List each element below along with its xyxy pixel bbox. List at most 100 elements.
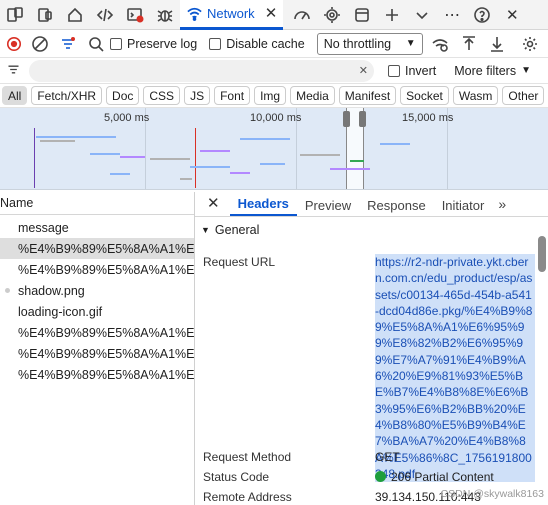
request-list: Name message %E4%B9%89%E5%8A%A1%E6... %E4%… bbox=[0, 192, 195, 505]
time-label: 10,000 ms bbox=[250, 112, 302, 124]
stop-recording-icon[interactable] bbox=[2, 29, 26, 59]
request-bar bbox=[230, 172, 250, 174]
clear-filter-icon[interactable]: ✕ bbox=[359, 64, 368, 77]
throttling-select[interactable]: No throttling ▼ bbox=[316, 32, 423, 55]
request-row[interactable]: %E4%B9%89%E5%8A%A1%E6... bbox=[0, 259, 194, 280]
resource-type-filter: All Fetch/XHR Doc CSS JS Font Img Media … bbox=[0, 84, 548, 108]
clear-icon[interactable] bbox=[26, 29, 54, 59]
help-icon[interactable] bbox=[467, 0, 497, 30]
network-conditions-icon[interactable] bbox=[425, 29, 455, 59]
network-main-panel: Name message %E4%B9%89%E5%8A%A1%E6... %E4%… bbox=[0, 192, 548, 505]
tab-elements-code-icon[interactable] bbox=[90, 0, 120, 30]
request-row[interactable]: shadow.png bbox=[0, 280, 194, 301]
time-label: 15,000 ms bbox=[402, 112, 454, 124]
request-bar bbox=[120, 156, 145, 158]
type-all[interactable]: All bbox=[2, 86, 28, 105]
filter-funnel-icon[interactable] bbox=[54, 29, 82, 59]
type-doc[interactable]: Doc bbox=[106, 86, 140, 105]
type-other[interactable]: Other bbox=[502, 86, 545, 105]
name-column-header[interactable]: Name bbox=[0, 192, 194, 215]
disable-cache-label: Disable cache bbox=[226, 36, 305, 51]
wifi-icon bbox=[187, 7, 202, 21]
search-icon[interactable] bbox=[82, 29, 110, 59]
more-filters-label: More filters bbox=[454, 63, 517, 78]
request-name: %E4%B9%89%E5%8A%A1%E6... bbox=[18, 367, 194, 382]
time-label: 5,000 ms bbox=[104, 112, 150, 124]
general-section-header[interactable]: ▼ General bbox=[195, 217, 548, 243]
settings-gear-icon[interactable] bbox=[512, 29, 548, 59]
invert-checkbox[interactable]: Invert bbox=[388, 64, 436, 78]
export-har-download-icon[interactable] bbox=[483, 29, 511, 59]
more-filters-button[interactable]: More filters ▼ bbox=[454, 64, 531, 78]
close-devtools-icon[interactable]: ✕ bbox=[497, 0, 527, 30]
general-title: General bbox=[214, 223, 260, 237]
status-ok-icon bbox=[375, 471, 386, 482]
add-tab-plus-icon[interactable] bbox=[377, 0, 407, 30]
disable-cache-box[interactable] bbox=[209, 37, 222, 50]
tab-welcome-home-icon[interactable] bbox=[60, 0, 90, 30]
disable-cache-checkbox[interactable]: Disable cache bbox=[209, 37, 305, 51]
tab-response[interactable]: Response bbox=[359, 198, 434, 216]
type-socket[interactable]: Socket bbox=[400, 86, 449, 105]
request-row[interactable]: loading-icon.gif bbox=[0, 301, 194, 322]
tab-console-icon[interactable] bbox=[120, 0, 150, 30]
filter-input[interactable]: ✕ bbox=[29, 59, 374, 82]
request-bar bbox=[90, 153, 120, 155]
tab-performance-gauge-icon[interactable] bbox=[287, 0, 317, 30]
more-options-icon[interactable]: ⋯ bbox=[437, 0, 467, 30]
request-details: ✕ Headers Preview Response Initiator » ▼… bbox=[195, 192, 548, 505]
request-bar bbox=[180, 178, 192, 180]
device-toolbar-icon[interactable] bbox=[0, 0, 30, 30]
request-bar bbox=[300, 154, 340, 156]
type-media[interactable]: Media bbox=[290, 86, 335, 105]
close-tab-icon[interactable]: ✕ bbox=[265, 4, 278, 22]
request-row[interactable]: %E4%B9%89%E5%8A%A1%E6... bbox=[0, 238, 194, 259]
type-js[interactable]: JS bbox=[184, 86, 211, 105]
tab-sources-bug-icon[interactable] bbox=[150, 0, 180, 30]
request-bar bbox=[110, 173, 130, 175]
preserve-log-box[interactable] bbox=[110, 37, 122, 50]
request-bar bbox=[330, 168, 370, 170]
selection-handle-right[interactable] bbox=[359, 111, 366, 127]
type-wasm[interactable]: Wasm bbox=[452, 86, 499, 105]
tab-network[interactable]: Network ✕ bbox=[180, 0, 284, 30]
preserve-log-checkbox[interactable]: Preserve log bbox=[110, 37, 197, 51]
more-tabs-chevron-icon[interactable] bbox=[407, 0, 437, 30]
selection-handle-left[interactable] bbox=[343, 111, 350, 127]
type-fetch-xhr[interactable]: Fetch/XHR bbox=[31, 86, 103, 105]
dropdown-arrow-icon: ▼ bbox=[405, 38, 416, 49]
request-row[interactable]: %E4%B9%89%E5%8A%A1%E6... bbox=[0, 364, 194, 385]
watermark: CSDN @skywalk8163 bbox=[440, 488, 544, 500]
timeline-overview[interactable]: 5,000 ms 10,000 ms 15,000 ms bbox=[0, 108, 548, 190]
type-css[interactable]: CSS bbox=[143, 86, 181, 105]
type-img[interactable]: Img bbox=[254, 86, 287, 105]
request-row[interactable]: %E4%B9%89%E5%8A%A1%E6... bbox=[0, 343, 194, 364]
tab-headers[interactable]: Headers bbox=[229, 196, 297, 216]
close-details-icon[interactable]: ✕ bbox=[195, 194, 230, 216]
type-font[interactable]: Font bbox=[214, 86, 251, 105]
request-row[interactable]: message bbox=[0, 217, 194, 238]
import-har-upload-icon[interactable] bbox=[455, 29, 483, 59]
device-mode-icon[interactable] bbox=[30, 0, 60, 30]
request-row[interactable]: %E4%B9%89%E5%8A%A1%E6... bbox=[0, 322, 194, 343]
tab-application-window-icon[interactable] bbox=[347, 0, 377, 30]
invert-box[interactable] bbox=[388, 64, 400, 77]
request-bar bbox=[380, 143, 410, 145]
network-toolbar: Preserve log Disable cache No throttling… bbox=[0, 30, 548, 58]
details-scrollbar[interactable] bbox=[538, 236, 546, 272]
collapse-triangle-icon: ▼ bbox=[201, 225, 210, 235]
request-name: %E4%B9%89%E5%8A%A1%E6... bbox=[18, 325, 194, 340]
status-code-label: Status Code bbox=[203, 470, 270, 484]
request-name: %E4%B9%89%E5%8A%A1%E6... bbox=[18, 241, 194, 256]
request-bar bbox=[350, 160, 364, 162]
tab-preview[interactable]: Preview bbox=[297, 198, 359, 216]
request-url-label: Request URL bbox=[203, 255, 276, 269]
request-bar bbox=[40, 140, 75, 142]
tab-network-label: Network bbox=[207, 5, 255, 21]
devtools-tab-bar: Network ✕ ⋯ ✕ bbox=[0, 0, 548, 30]
tab-initiator[interactable]: Initiator bbox=[434, 198, 493, 216]
tab-memory-chip-icon[interactable] bbox=[317, 0, 347, 30]
type-manifest[interactable]: Manifest bbox=[338, 86, 397, 105]
more-tabs-icon[interactable]: » bbox=[492, 196, 512, 216]
request-url-value[interactable]: https://r2-ndr-private.ykt.cbern.com.cn/… bbox=[375, 254, 535, 483]
